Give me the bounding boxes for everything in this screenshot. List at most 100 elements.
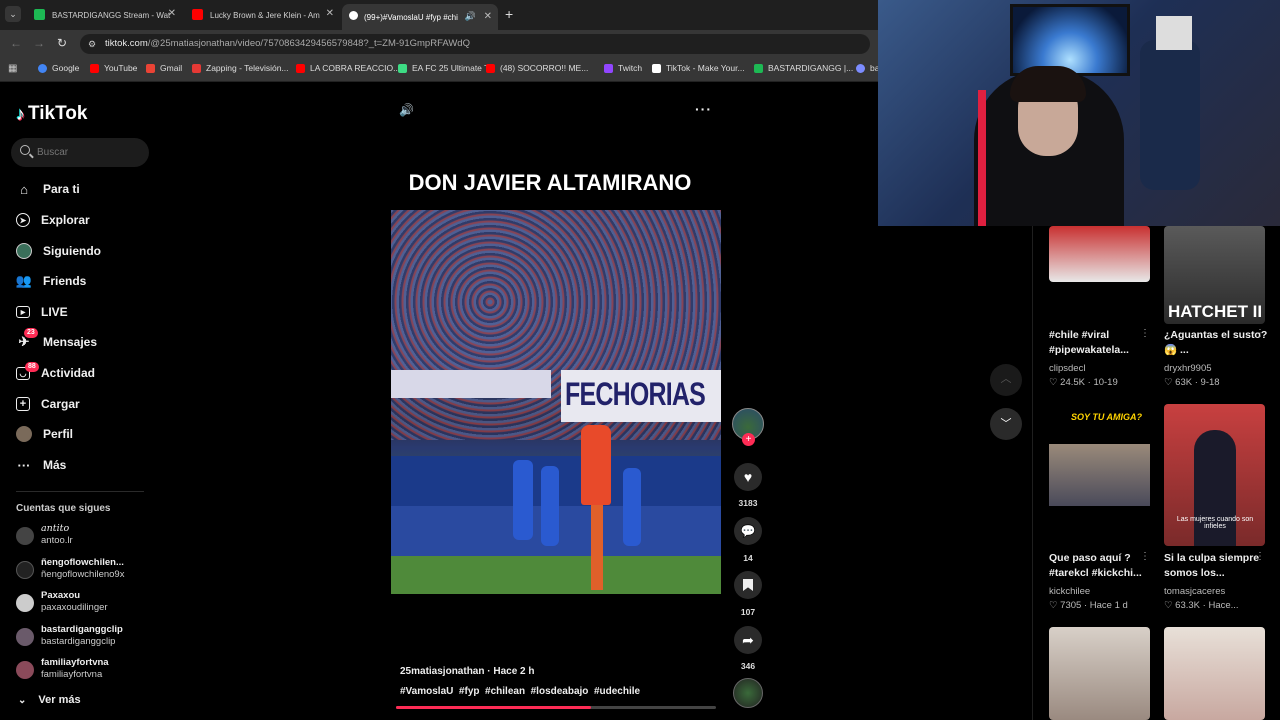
next-video-button[interactable]: ﹀ [990,408,1022,440]
goalkeeper-legs [591,505,603,590]
related-stats: ♡ 63K · 9-18 [1164,377,1220,388]
browser-tab-2[interactable]: Lucky Brown & Jere Klein - Am ✕ [184,4,340,26]
related-caption[interactable]: Si la culpa siempre somos los... [1164,551,1269,581]
related-user[interactable]: clipsdecl [1049,363,1085,374]
bookmark-label: LA COBRA REACCIO... [310,63,401,73]
bookmark-gmail[interactable]: Gmail [146,63,182,73]
kick-icon [754,63,763,73]
related-thumbnail[interactable] [1164,627,1265,720]
url-host: tiktok.com [105,38,148,49]
share-button[interactable]: ➦ [734,626,762,654]
mute-toggle-icon[interactable]: 🔊 [399,103,414,117]
new-tab-button[interactable]: + [505,6,513,22]
follow-plus-icon[interactable]: + [742,433,755,446]
followed-account[interactable]: antito antoo.lr [16,522,156,550]
video-author-line: 25matiasjonathan · Hace 2 h [400,666,535,677]
progress-track[interactable] [396,706,716,709]
related-user[interactable]: tomasjcaceres [1164,586,1225,597]
video-player[interactable]: FECHORIAS [391,210,721,594]
save-button[interactable] [734,571,762,599]
url-field[interactable]: ⚙ tiktok.com/@25matiasjonathan/video/757… [80,34,870,54]
nav-mensajes[interactable]: ✈ 23 Mensajes [16,328,97,353]
thumbnail-image [1049,444,1150,506]
author-name[interactable]: 25matiasjonathan [400,666,484,677]
share-icon: ➦ [742,632,754,648]
nav-siguiendo[interactable]: Siguiendo [16,240,101,262]
chevron-down-icon: ﹀ [1000,418,1012,430]
bookmark-google[interactable]: Google [38,63,79,73]
sound-disc-avatar[interactable] [733,678,763,708]
close-tab-icon[interactable]: ✕ [168,8,176,19]
nav-perfil[interactable]: Perfil [16,423,73,445]
nav-actividad[interactable]: ◡ 88 Actividad [16,361,95,384]
live-icon: ▶ [16,306,30,318]
related-thumbnail[interactable] [1049,226,1150,282]
apps-grid-icon[interactable]: ▦ [8,63,17,74]
more-options-icon[interactable]: ⋮ [1255,551,1265,562]
search-input[interactable] [37,144,142,161]
pitch [391,556,721,594]
back-icon[interactable]: ← [10,36,22,50]
related-caption[interactable]: Que paso aquí ? #tarekcl #kickchi... [1049,551,1154,581]
see-more-button[interactable]: ⌄ Ver más [18,694,81,706]
related-thumbnail[interactable]: Las mujeres cuando son infieles [1164,404,1265,546]
like-button[interactable]: ♥ [734,463,762,491]
followed-account[interactable]: ñengoflowchilen... ñengoflowchileno9x [16,556,156,584]
avatar [16,628,34,646]
forward-icon[interactable]: → [33,36,45,50]
followed-account[interactable]: bastardiganggclip bastardiganggclip [16,623,156,651]
bookmark-socorro[interactable]: (48) SOCORRO!! ME... [486,63,588,73]
site-info-icon[interactable]: ⚙ [88,34,96,54]
video-hashtags[interactable]: #VamoslaU #fyp #chilean #losdeabajo #ude… [400,686,640,697]
browser-tab-3-active[interactable]: (99+)#VamoslaU #fyp #chi 🔊 ✕ [342,4,498,30]
more-options-icon[interactable]: ⋮ [1140,551,1150,562]
more-options-icon[interactable]: ⋮ [1140,328,1150,339]
nav-explorar[interactable]: ➤ Explorar [16,209,90,231]
related-thumbnail[interactable]: SOY TU AMIGA? [1049,404,1150,546]
bookmark-eafc[interactable]: EA FC 25 Ultimate T... [398,63,495,73]
nav-friends[interactable]: 👥 Friends [16,270,86,292]
related-user[interactable]: dryxhr9905 [1164,363,1212,374]
brand-name: TikTok [28,103,88,124]
bookmark-bastardi[interactable]: BASTARDIGANGG |... [754,63,853,73]
nav-mas[interactable]: ··· Más [16,454,67,476]
reload-icon[interactable]: ↻ [57,36,67,50]
bookmark-cobra[interactable]: LA COBRA REACCIO... [296,63,400,73]
related-caption[interactable]: #chile #viral #pipewakatela... [1049,328,1154,358]
comment-button[interactable]: 💬 [734,517,762,545]
post-date: 9-18 [1200,377,1220,388]
close-tab-icon[interactable]: ✕ [326,8,334,19]
nav-para-ti[interactable]: ⌂ Para ti [16,178,80,200]
related-user[interactable]: kickchilee [1049,586,1090,597]
comment-count: 14 [743,553,753,563]
like-count: 63K [1175,377,1193,388]
save-count: 107 [740,607,756,617]
heart-outline-icon: ♡ [1164,600,1173,611]
tab-favicon-icon [349,11,358,20]
tab-search-button[interactable]: ⌄ [5,6,21,22]
progress-fill [396,706,592,709]
more-options-icon[interactable]: ⋮ [1255,328,1265,339]
audio-playing-icon[interactable]: 🔊 [465,11,476,22]
tiktok-logo[interactable]: ♪ TikTok [16,103,87,125]
close-tab-icon[interactable]: ✕ [484,11,492,22]
bookmark-zapping[interactable]: Zapping - Televisión... [192,63,289,73]
previous-video-button[interactable]: ︿ [990,364,1022,396]
nav-live[interactable]: ▶ LIVE [16,301,68,323]
creator-avatar[interactable]: + [732,408,764,446]
nav-cargar[interactable]: + Cargar [16,393,80,415]
related-thumbnail[interactable] [1049,627,1150,720]
bookmark-youtube[interactable]: YouTube [90,63,137,73]
webcam-overlay [878,0,1280,226]
bookmark-tiktok[interactable]: TikTok - Make Your... [652,63,745,73]
followed-account[interactable]: familiayfortvna familiayfortvna [16,656,156,684]
heart-icon: ♥ [743,469,753,485]
more-options-icon[interactable]: ··· [695,101,712,117]
bookmark-ba[interactable]: ba [856,63,879,73]
search-box[interactable] [11,138,149,167]
followed-account[interactable]: Paxaxou paxaxoudilinger [16,589,156,617]
related-thumbnail[interactable]: HATCHET II [1164,226,1265,324]
browser-tab-1[interactable]: BASTARDIGANGG Stream - Wat ✕ [26,4,182,26]
related-caption[interactable]: ¿Aguantas el susto? 😱 ... [1164,328,1269,358]
bookmark-twitch[interactable]: Twitch [604,63,642,73]
